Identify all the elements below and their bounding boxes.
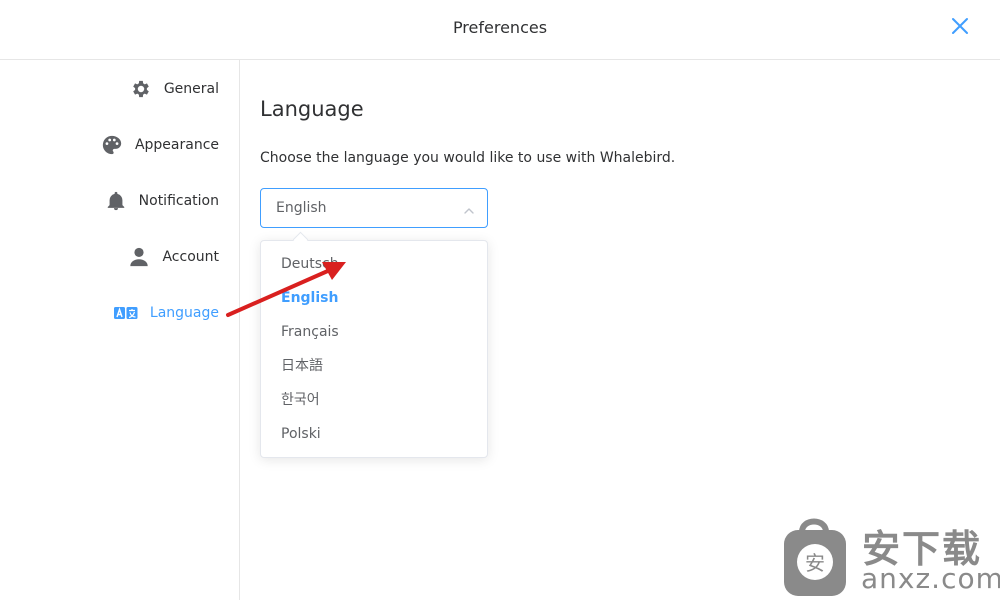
option-japanese[interactable]: 日本語 (261, 349, 487, 383)
option-deutsch[interactable]: Deutsch (261, 247, 487, 281)
sidebar-item-notification[interactable]: Notification (105, 184, 219, 218)
watermark-url: anxz.com (861, 562, 1000, 595)
watermark: 安 安下载 anxz.com (778, 510, 1000, 600)
select-value: English (276, 200, 327, 216)
svg-text:安: 安 (805, 551, 825, 575)
language-select[interactable]: English (260, 188, 488, 228)
sidebar-item-label: General (163, 81, 219, 97)
language-description: Choose the language you would like to us… (260, 150, 676, 166)
option-english[interactable]: English (261, 281, 487, 315)
close-button[interactable] (944, 10, 976, 42)
option-polski[interactable]: Polski (261, 417, 487, 451)
bag-logo-icon: 安 (784, 518, 846, 596)
sidebar-item-label: Appearance (134, 137, 219, 153)
sidebar: General Appearance Notification Account (0, 60, 240, 600)
page-title: Language (260, 97, 364, 121)
bell-icon (105, 190, 127, 212)
window-title: Preferences (452, 18, 548, 37)
palette-icon (101, 134, 123, 156)
sidebar-item-general[interactable]: General (130, 72, 219, 106)
sidebar-item-language[interactable]: Language (113, 296, 219, 330)
option-francais[interactable]: Français (261, 315, 487, 349)
option-korean[interactable]: 한국어 (261, 383, 487, 417)
title-bar: Preferences (0, 0, 1000, 60)
language-dropdown: Deutsch English Français 日本語 한국어 Polski (260, 240, 488, 458)
sidebar-item-account[interactable]: Account (128, 240, 219, 274)
sidebar-item-label: Language (149, 305, 219, 321)
user-icon (128, 246, 150, 268)
close-icon (952, 18, 968, 34)
sidebar-item-label: Account (162, 249, 219, 265)
chevron-up-icon (463, 202, 475, 221)
sidebar-item-label: Notification (138, 193, 219, 209)
sidebar-item-appearance[interactable]: Appearance (101, 128, 219, 162)
language-options: Deutsch English Français 日本語 한국어 Polski (261, 241, 487, 457)
language-icon (113, 306, 138, 320)
gear-icon (130, 78, 152, 100)
